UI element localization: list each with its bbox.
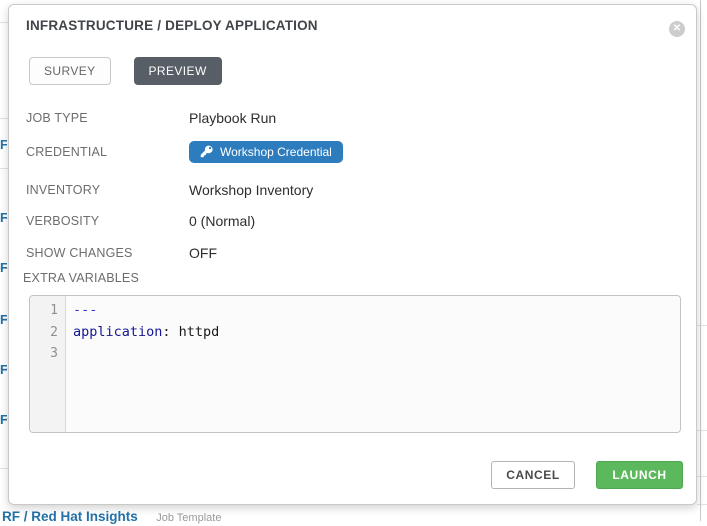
job-type-row: JOB TYPE Playbook Run	[26, 110, 276, 126]
credential-label: CREDENTIAL	[26, 145, 189, 159]
background-page-edge	[700, 0, 701, 521]
launch-button[interactable]: LAUNCH	[596, 461, 683, 489]
background-template-type: Job Template	[156, 512, 221, 524]
job-type-label: JOB TYPE	[26, 111, 189, 125]
background-clipped-link: F	[0, 138, 7, 152]
line-number: 3	[30, 343, 65, 365]
background-clipped-link: F	[0, 261, 7, 275]
background-row-divider	[0, 22, 8, 23]
tab-preview[interactable]: PREVIEW	[134, 57, 222, 85]
background-row-divider	[697, 476, 707, 477]
line-number: 1	[30, 300, 65, 322]
yaml-document-start: ---	[73, 302, 97, 318]
credential-row: CREDENTIAL Workshop Credential	[26, 140, 343, 163]
background-clipped-link: F	[0, 363, 7, 377]
extra-variables-editor[interactable]: 1 2 3 --- application: httpd	[29, 295, 681, 433]
job-type-value: Playbook Run	[189, 110, 276, 126]
credential-badge[interactable]: Workshop Credential	[189, 141, 343, 163]
inventory-row: INVENTORY Workshop Inventory	[26, 182, 313, 198]
yaml-value: httpd	[179, 324, 220, 340]
inventory-value: Workshop Inventory	[189, 182, 313, 198]
verbosity-row: VERBOSITY 0 (Normal)	[26, 213, 255, 229]
background-clipped-link: F	[0, 211, 7, 225]
deploy-application-modal: INFRASTRUCTURE / DEPLOY APPLICATION ✕ SU…	[8, 4, 697, 505]
tab-bar: SURVEY PREVIEW	[29, 57, 222, 85]
background-template-link: RF / Red Hat Insights	[2, 509, 138, 524]
code-line	[73, 343, 219, 365]
tab-survey[interactable]: SURVEY	[29, 57, 111, 85]
cancel-button[interactable]: CANCEL	[491, 461, 575, 489]
editor-line-number-gutter: 1 2 3	[30, 296, 66, 432]
background-row-divider	[0, 468, 8, 469]
background-row-divider	[0, 118, 8, 119]
extra-variables-label: EXTRA VARIABLES	[23, 271, 139, 285]
show-changes-value: OFF	[189, 245, 217, 261]
background-clipped-link: F	[0, 313, 7, 327]
show-changes-label: SHOW CHANGES	[26, 246, 189, 260]
inventory-label: INVENTORY	[26, 183, 189, 197]
background-row-divider	[697, 430, 707, 431]
close-icon[interactable]: ✕	[669, 21, 685, 37]
key-icon	[200, 145, 213, 158]
verbosity-value: 0 (Normal)	[189, 213, 255, 229]
credential-badge-label: Workshop Credential	[220, 145, 332, 159]
verbosity-label: VERBOSITY	[26, 214, 189, 228]
yaml-separator: :	[162, 324, 178, 340]
yaml-key: application	[73, 324, 162, 340]
line-number: 2	[30, 322, 65, 344]
background-clipped-link: F	[0, 413, 7, 427]
background-template-row: RF / Red Hat Insights Job Template	[2, 508, 221, 526]
editor-code-area[interactable]: --- application: httpd	[66, 296, 219, 432]
page-title: INFRASTRUCTURE / DEPLOY APPLICATION	[26, 18, 318, 33]
code-line: application: httpd	[73, 322, 219, 344]
background-row-divider	[0, 168, 8, 169]
show-changes-row: SHOW CHANGES OFF	[26, 245, 217, 261]
background-row-divider	[697, 325, 707, 326]
background-row-divider	[697, 504, 707, 505]
code-line: ---	[73, 300, 219, 322]
